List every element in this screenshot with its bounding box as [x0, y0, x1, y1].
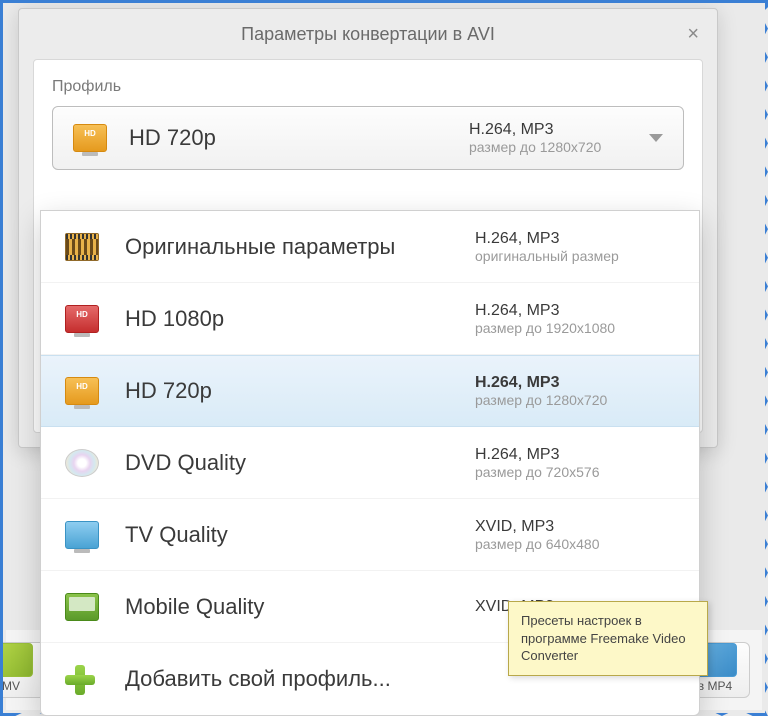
profile-option-720p[interactable]: HD 720p H.264, MP3 размер до 1280x720 — [41, 355, 699, 427]
film-icon — [65, 233, 99, 261]
option-size: оригинальный размер — [475, 248, 675, 264]
option-size: размер до 720x576 — [475, 464, 675, 480]
option-size: размер до 1280x720 — [475, 392, 675, 408]
profile-option-1080p[interactable]: HD 1080p H.264, MP3 размер до 1920x1080 — [41, 283, 699, 355]
option-codec: H.264, MP3 — [475, 230, 675, 248]
dialog-titlebar: Параметры конвертации в AVI × — [19, 9, 717, 59]
format-label: в MP4 — [698, 679, 732, 693]
chevron-down-icon — [649, 134, 663, 142]
annotation-callout: Пресеты настроек в программе Freemake Vi… — [508, 601, 708, 676]
selected-size: размер до 1280x720 — [469, 139, 639, 155]
option-codec: H.264, MP3 — [475, 374, 675, 392]
wmv-thumb — [0, 643, 33, 677]
option-codec: XVID, MP3 — [475, 518, 675, 536]
disc-icon — [65, 449, 99, 477]
option-codec: H.264, MP3 — [475, 446, 675, 464]
profile-option-tv[interactable]: TV Quality XVID, MP3 размер до 640x480 — [41, 499, 699, 571]
selected-profile-info: H.264, MP3 размер до 1280x720 — [469, 121, 639, 155]
monitor-hd-orange-icon — [73, 124, 107, 152]
close-icon[interactable]: × — [687, 23, 699, 46]
dialog-title: Параметры конвертации в AVI — [241, 24, 495, 45]
profile-option-original[interactable]: Оригинальные параметры H.264, MP3 оригин… — [41, 211, 699, 283]
profile-dropdown[interactable]: HD 720p H.264, MP3 размер до 1280x720 — [52, 106, 684, 170]
option-name: HD 720p — [125, 378, 475, 404]
option-name: TV Quality — [125, 522, 475, 548]
option-size: размер до 640x480 — [475, 536, 675, 552]
callout-text: Пресеты настроек в программе Freemake Vi… — [521, 613, 686, 663]
plus-icon — [65, 665, 99, 693]
profile-label: Профиль — [52, 78, 684, 96]
option-name: Оригинальные параметры — [125, 234, 475, 260]
option-name: Mobile Quality — [125, 594, 475, 620]
option-name: HD 1080p — [125, 306, 475, 332]
option-codec: H.264, MP3 — [475, 302, 675, 320]
phone-icon — [65, 593, 99, 621]
option-name: DVD Quality — [125, 450, 475, 476]
selected-profile-name: HD 720p — [129, 125, 469, 151]
selected-codec: H.264, MP3 — [469, 121, 639, 139]
monitor-hd-red-icon — [65, 305, 99, 333]
profile-option-dvd[interactable]: DVD Quality H.264, MP3 размер до 720x576 — [41, 427, 699, 499]
monitor-hd-orange-icon — [65, 377, 99, 405]
format-label: MV — [2, 679, 20, 693]
monitor-blue-icon — [65, 521, 99, 549]
option-size: размер до 1920x1080 — [475, 320, 675, 336]
